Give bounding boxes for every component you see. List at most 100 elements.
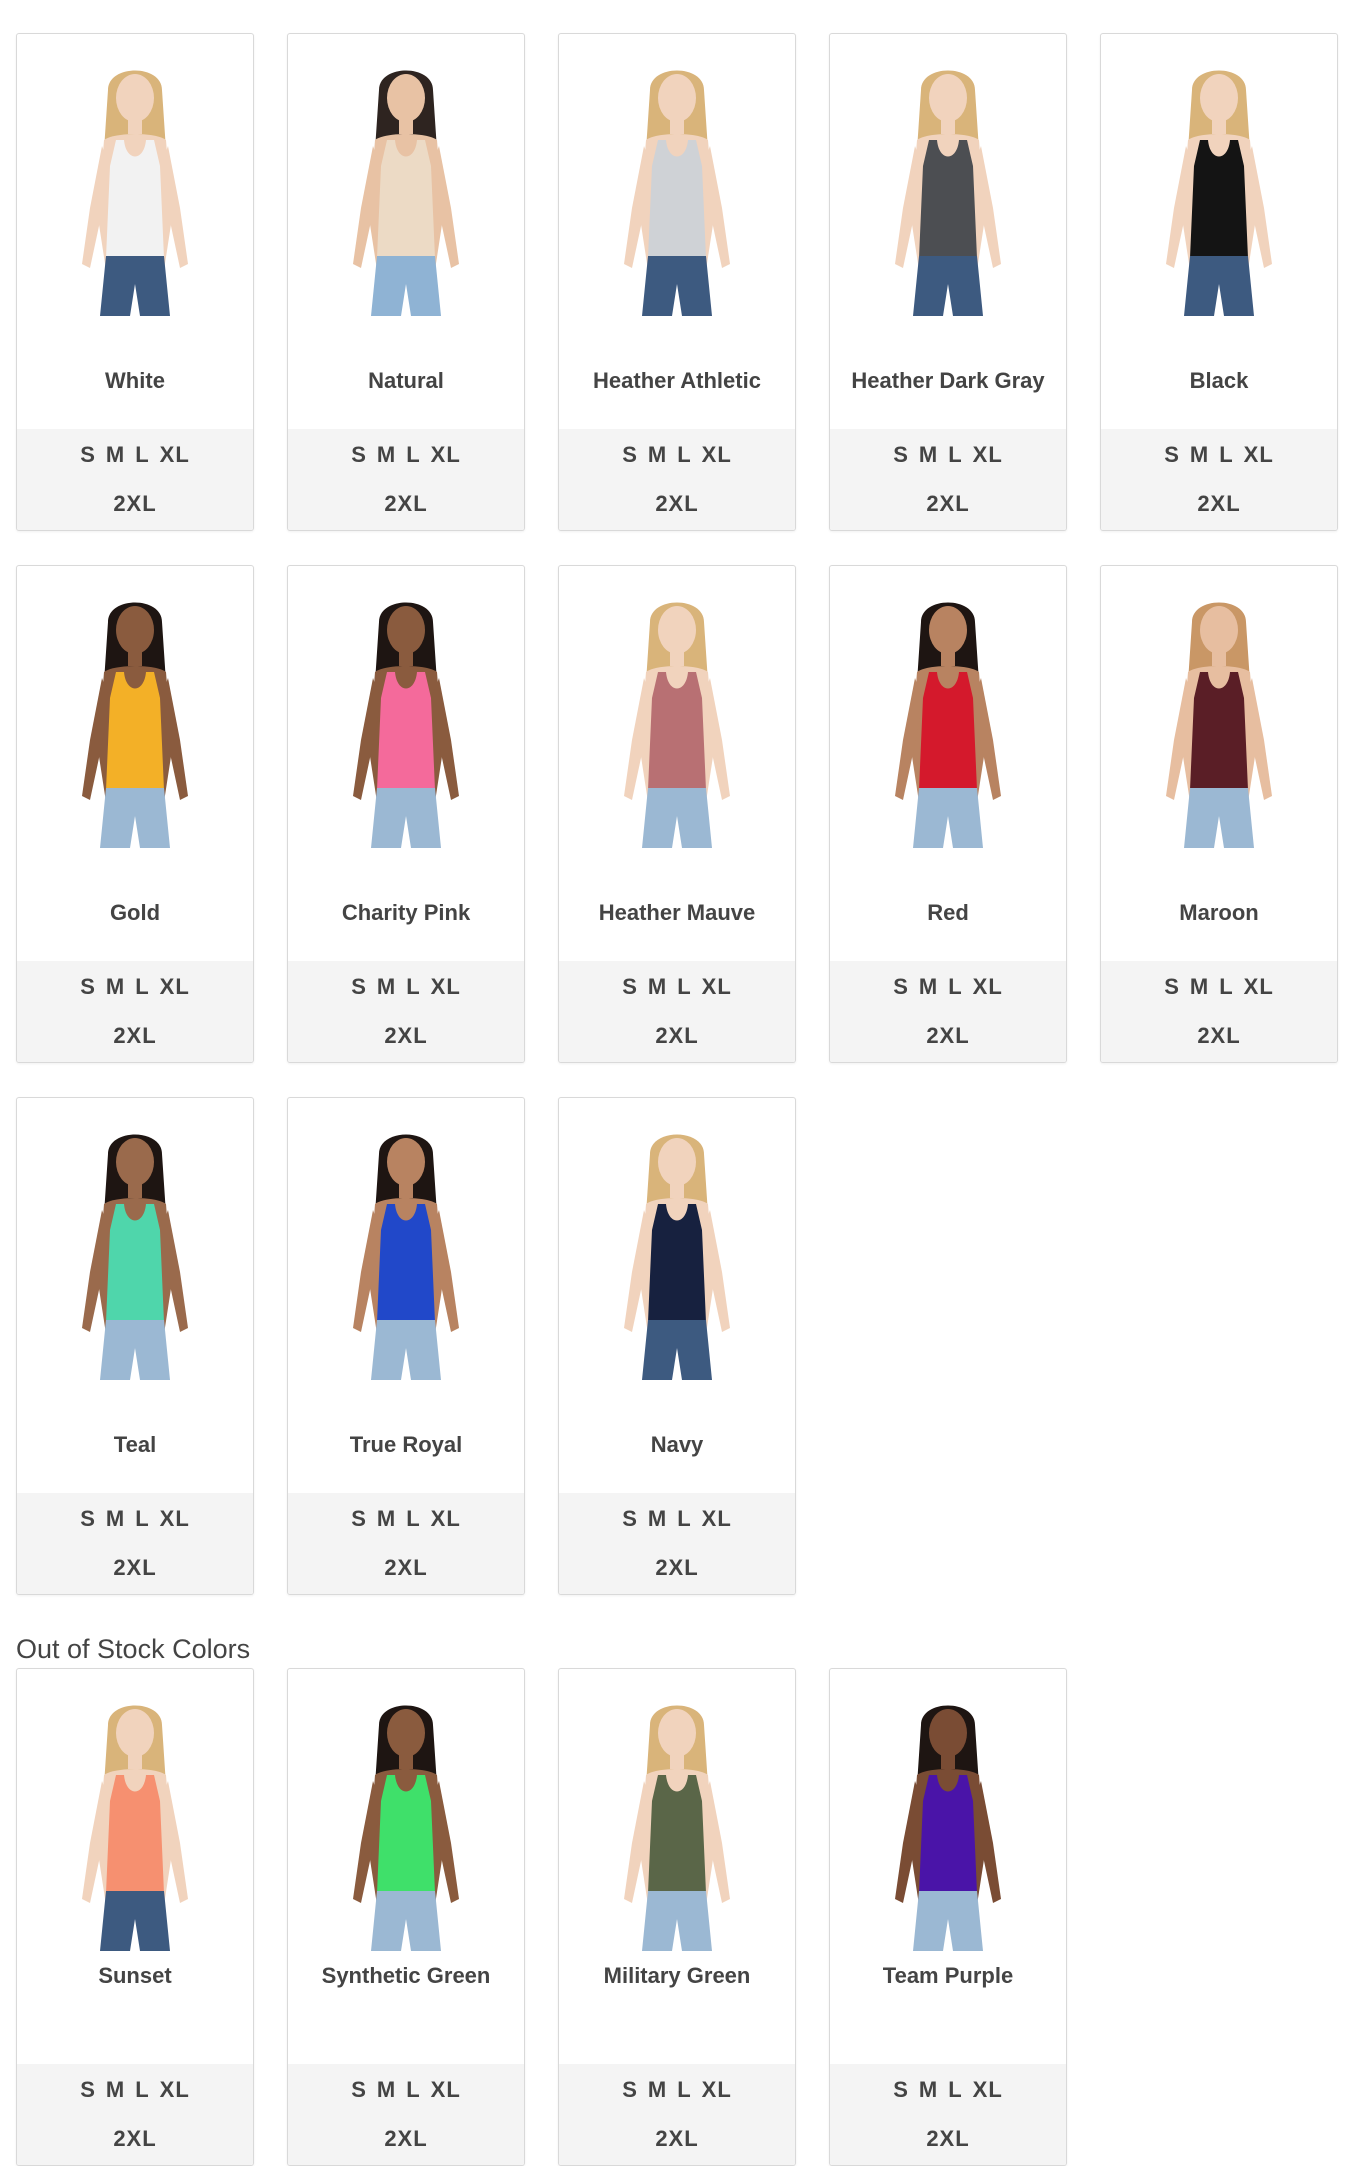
size-option-2xl[interactable]: 2XL [384, 491, 427, 516]
color-card-maroon[interactable]: Maroon S M L XL 2XL [1100, 565, 1338, 1063]
size-option-l[interactable]: L [135, 974, 149, 999]
color-card-heather-athletic[interactable]: Heather Athletic S M L XL 2XL [558, 33, 796, 531]
size-option-2xl[interactable]: 2XL [384, 1555, 427, 1580]
size-option-xl[interactable]: XL [160, 974, 190, 999]
size-option-xl[interactable]: XL [973, 974, 1003, 999]
size-option-l[interactable]: L [406, 442, 420, 467]
size-option-s[interactable]: S [80, 974, 96, 999]
color-card-charity-pink[interactable]: Charity Pink S M L XL 2XL [287, 565, 525, 1063]
size-option-2xl[interactable]: 2XL [655, 1023, 698, 1048]
size-option-l[interactable]: L [677, 974, 691, 999]
color-card-synthetic-green[interactable]: Synthetic Green S M L XL 2XL [287, 1668, 525, 2166]
size-option-xl[interactable]: XL [160, 1506, 190, 1531]
size-option-s[interactable]: S [622, 1506, 638, 1531]
size-option-xl[interactable]: XL [160, 2077, 190, 2102]
product-image[interactable] [17, 566, 253, 866]
size-option-2xl[interactable]: 2XL [926, 2126, 969, 2151]
size-option-2xl[interactable]: 2XL [1197, 1023, 1240, 1048]
size-option-m[interactable]: M [106, 974, 125, 999]
size-option-m[interactable]: M [377, 442, 396, 467]
product-image[interactable] [288, 1669, 524, 1969]
size-option-xl[interactable]: XL [973, 442, 1003, 467]
size-option-m[interactable]: M [377, 1506, 396, 1531]
product-image[interactable] [17, 1098, 253, 1398]
color-card-teal[interactable]: Teal S M L XL 2XL [16, 1097, 254, 1595]
size-option-xl[interactable]: XL [431, 1506, 461, 1531]
size-option-xl[interactable]: XL [702, 974, 732, 999]
size-option-l[interactable]: L [948, 974, 962, 999]
product-image[interactable] [830, 566, 1066, 866]
size-option-s[interactable]: S [351, 2077, 367, 2102]
size-option-l[interactable]: L [677, 1506, 691, 1531]
size-option-l[interactable]: L [677, 442, 691, 467]
size-option-xl[interactable]: XL [702, 2077, 732, 2102]
size-option-l[interactable]: L [135, 442, 149, 467]
size-option-s[interactable]: S [351, 1506, 367, 1531]
color-card-gold[interactable]: Gold S M L XL 2XL [16, 565, 254, 1063]
size-option-xl[interactable]: XL [1244, 974, 1274, 999]
size-option-s[interactable]: S [1164, 974, 1180, 999]
color-card-heather-mauve[interactable]: Heather Mauve S M L XL 2XL [558, 565, 796, 1063]
size-option-m[interactable]: M [648, 1506, 667, 1531]
size-option-l[interactable]: L [406, 2077, 420, 2102]
product-image[interactable] [288, 566, 524, 866]
size-option-2xl[interactable]: 2XL [113, 491, 156, 516]
product-image[interactable] [1101, 34, 1337, 334]
size-option-xl[interactable]: XL [160, 442, 190, 467]
product-image[interactable] [830, 34, 1066, 334]
size-option-m[interactable]: M [377, 974, 396, 999]
color-card-heather-dark-gray[interactable]: Heather Dark Gray S M L XL 2XL [829, 33, 1067, 531]
color-card-natural[interactable]: Natural S M L XL 2XL [287, 33, 525, 531]
size-option-s[interactable]: S [622, 974, 638, 999]
size-option-2xl[interactable]: 2XL [926, 1023, 969, 1048]
size-option-m[interactable]: M [919, 442, 938, 467]
size-option-s[interactable]: S [351, 974, 367, 999]
product-image[interactable] [830, 1669, 1066, 1969]
product-image[interactable] [17, 34, 253, 334]
product-image[interactable] [1101, 566, 1337, 866]
size-option-2xl[interactable]: 2XL [384, 2126, 427, 2151]
product-image[interactable] [559, 1098, 795, 1398]
color-card-white[interactable]: White S M L XL 2XL [16, 33, 254, 531]
color-card-red[interactable]: Red S M L XL 2XL [829, 565, 1067, 1063]
size-option-2xl[interactable]: 2XL [113, 1023, 156, 1048]
size-option-m[interactable]: M [1190, 442, 1209, 467]
size-option-m[interactable]: M [919, 2077, 938, 2102]
size-option-s[interactable]: S [622, 442, 638, 467]
product-image[interactable] [559, 566, 795, 866]
size-option-s[interactable]: S [893, 974, 909, 999]
product-image[interactable] [559, 34, 795, 334]
size-option-xl[interactable]: XL [702, 1506, 732, 1531]
size-option-2xl[interactable]: 2XL [113, 1555, 156, 1580]
size-option-l[interactable]: L [135, 1506, 149, 1531]
size-option-2xl[interactable]: 2XL [384, 1023, 427, 1048]
size-option-s[interactable]: S [893, 442, 909, 467]
size-option-m[interactable]: M [106, 2077, 125, 2102]
size-option-2xl[interactable]: 2XL [926, 491, 969, 516]
size-option-xl[interactable]: XL [1244, 442, 1274, 467]
size-option-l[interactable]: L [135, 2077, 149, 2102]
product-image[interactable] [17, 1669, 253, 1969]
product-image[interactable] [559, 1669, 795, 1969]
size-option-s[interactable]: S [893, 2077, 909, 2102]
color-card-black[interactable]: Black S M L XL 2XL [1100, 33, 1338, 531]
size-option-2xl[interactable]: 2XL [655, 1555, 698, 1580]
size-option-xl[interactable]: XL [431, 2077, 461, 2102]
size-option-l[interactable]: L [406, 974, 420, 999]
color-card-true-royal[interactable]: True Royal S M L XL 2XL [287, 1097, 525, 1595]
size-option-s[interactable]: S [80, 1506, 96, 1531]
size-option-l[interactable]: L [677, 2077, 691, 2102]
size-option-m[interactable]: M [919, 974, 938, 999]
size-option-2xl[interactable]: 2XL [113, 2126, 156, 2151]
size-option-m[interactable]: M [648, 442, 667, 467]
size-option-m[interactable]: M [106, 1506, 125, 1531]
size-option-xl[interactable]: XL [431, 442, 461, 467]
size-option-m[interactable]: M [648, 2077, 667, 2102]
product-image[interactable] [288, 1098, 524, 1398]
size-option-s[interactable]: S [80, 442, 96, 467]
size-option-xl[interactable]: XL [973, 2077, 1003, 2102]
size-option-m[interactable]: M [648, 974, 667, 999]
size-option-2xl[interactable]: 2XL [655, 491, 698, 516]
size-option-l[interactable]: L [1219, 442, 1233, 467]
product-image[interactable] [288, 34, 524, 334]
